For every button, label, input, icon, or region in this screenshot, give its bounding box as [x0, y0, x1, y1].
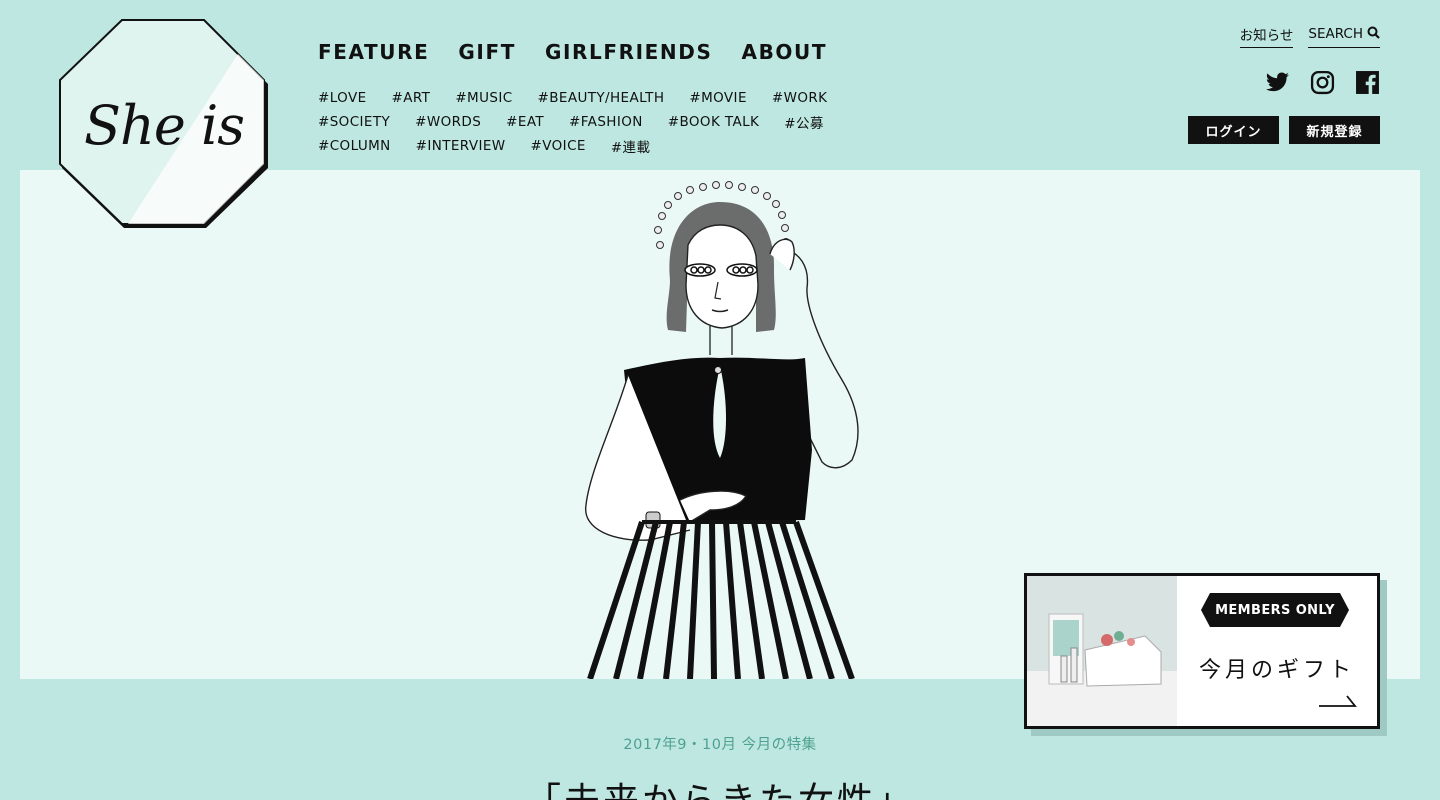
gift-title: 今月のギフト: [1198, 658, 1355, 683]
tag-link[interactable]: #LOVE: [318, 90, 367, 106]
facebook-icon[interactable]: [1355, 70, 1380, 95]
nav-about[interactable]: ABOUT: [741, 40, 827, 64]
tag-link[interactable]: #MOVIE: [689, 90, 747, 106]
nav-feature[interactable]: FEATURE: [318, 40, 429, 64]
tag-link[interactable]: #連載: [611, 136, 651, 156]
tag-link[interactable]: #BOOK TALK: [668, 114, 760, 130]
main-nav: FEATURE GIFT GIRLFRIENDS ABOUT: [318, 40, 827, 64]
auth-buttons: ログイン 新規登録: [1188, 116, 1380, 144]
tag-link[interactable]: #WORK: [772, 90, 828, 106]
gift-body: MEMBERS ONLY 今月のギフト: [1177, 576, 1377, 726]
tag-link[interactable]: #BEAUTY/HEALTH: [538, 90, 665, 106]
feature-date: 2017年9・10月 今月の特集: [623, 737, 817, 753]
skirt: [587, 520, 855, 679]
site-logo[interactable]: She is: [58, 18, 270, 230]
social-links: [1265, 70, 1380, 95]
tag-row: #COLUMN #INTERVIEW #VOICE #連載: [318, 134, 878, 158]
search-link[interactable]: SEARCH: [1308, 24, 1380, 48]
feature-title: 「未来からきた女性」: [0, 772, 1440, 800]
tag-link[interactable]: #SOCIETY: [318, 114, 390, 130]
gift-photo: [1027, 576, 1177, 726]
twitter-icon[interactable]: [1265, 70, 1290, 95]
signup-button[interactable]: 新規登録: [1289, 116, 1380, 144]
nav-girlfriends[interactable]: GIRLFRIENDS: [545, 40, 713, 64]
news-label: お知らせ: [1239, 28, 1294, 44]
news-link[interactable]: お知らせ: [1239, 24, 1294, 48]
members-only-badge: MEMBERS ONLY: [1201, 593, 1349, 627]
instagram-icon[interactable]: [1310, 70, 1335, 95]
tag-link[interactable]: #FASHION: [569, 114, 643, 130]
tag-row: #LOVE #ART #MUSIC #BEAUTY/HEALTH #MOVIE …: [318, 86, 878, 110]
login-button[interactable]: ログイン: [1188, 116, 1279, 144]
gift-card[interactable]: MEMBERS ONLY 今月のギフト: [1024, 573, 1380, 729]
tag-link[interactable]: #VOICE: [531, 138, 586, 154]
tag-link[interactable]: #公募: [784, 112, 824, 132]
tag-link[interactable]: #MUSIC: [455, 90, 512, 106]
tag-link[interactable]: #COLUMN: [318, 138, 391, 154]
logo-text: She is: [84, 94, 244, 157]
tag-link[interactable]: #EAT: [506, 114, 544, 130]
arrow-right-icon: [1319, 695, 1357, 707]
tag-link[interactable]: #ART: [392, 90, 431, 106]
nav-gift[interactable]: GIFT: [458, 40, 516, 64]
tag-row: #SOCIETY #WORDS #EAT #FASHION #BOOK TALK…: [318, 110, 878, 134]
utility-links: お知らせ SEARCH: [1239, 24, 1380, 48]
tag-link[interactable]: #INTERVIEW: [416, 138, 506, 154]
search-icon: [1367, 26, 1380, 43]
search-label: SEARCH: [1308, 26, 1363, 42]
hero-illustration: [585, 181, 859, 679]
tag-nav: #LOVE #ART #MUSIC #BEAUTY/HEALTH #MOVIE …: [318, 86, 878, 158]
tag-link[interactable]: #WORDS: [415, 114, 481, 130]
